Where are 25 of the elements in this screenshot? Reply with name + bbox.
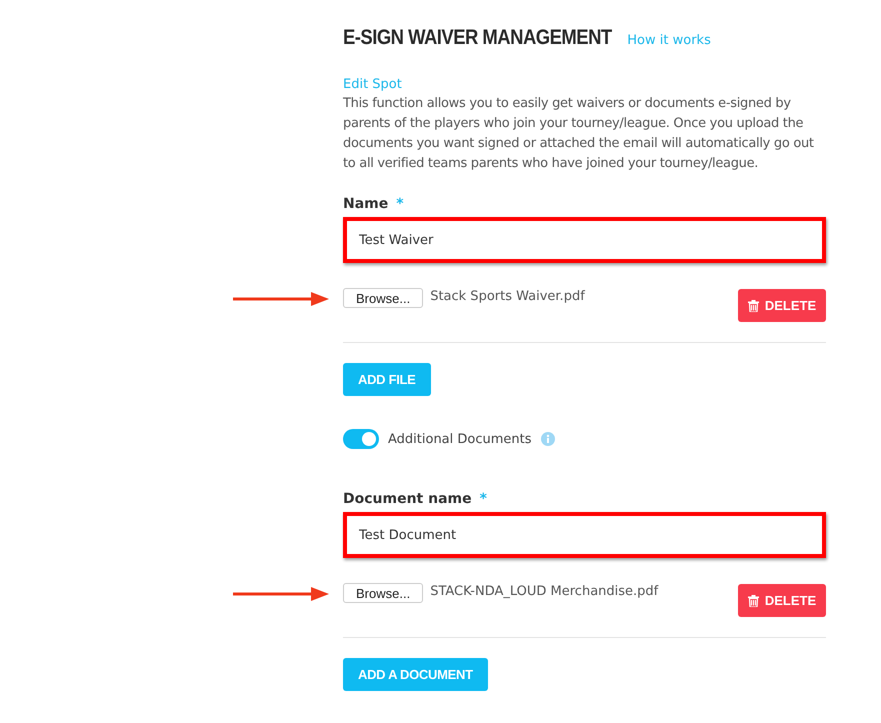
trash-icon — [748, 594, 759, 606]
edit-spot-link[interactable]: Edit Spot — [343, 77, 402, 92]
required-asterisk: * — [480, 491, 487, 507]
browse-button[interactable]: Browse... — [343, 583, 424, 603]
required-asterisk: * — [396, 196, 404, 212]
delete-button[interactable]: DELETE — [738, 289, 826, 322]
description-text: This function allows you to easily get waivers or documents e-signed by parents of the players who join your tourney/league. Once you upload the documents you want signed or attached the email will automatically go out to all verified teams parents who have joined your tourney/league. — [343, 95, 815, 173]
delete-button[interactable]: DELETE — [738, 584, 826, 617]
toggle-switch[interactable] — [343, 429, 379, 449]
toggle-label: Additional Documents — [388, 432, 532, 446]
file-name: STACK-NDA_LOUD Merchandise.pdf — [430, 584, 658, 599]
input-field[interactable]: Test Document — [343, 512, 826, 558]
add-document-button[interactable]: ADD A DOCUMENT — [343, 658, 488, 691]
file-name: Stack Sports Waiver.pdf — [430, 289, 585, 304]
trash-icon — [748, 300, 759, 312]
arrow-icon — [233, 291, 329, 307]
add-file-button[interactable]: ADD FILE — [343, 363, 431, 396]
arrow-icon — [233, 586, 329, 602]
input-field[interactable]: Test Waiver — [343, 217, 826, 263]
how-it-works-link[interactable]: How it works — [627, 33, 711, 48]
field-label: Name — [343, 196, 388, 212]
field-label: Document name — [343, 491, 472, 507]
page-title: E-SIGN WAIVER MANAGEMENT — [343, 26, 612, 50]
browse-button[interactable]: Browse... — [343, 288, 424, 308]
info-icon — [540, 432, 555, 446]
